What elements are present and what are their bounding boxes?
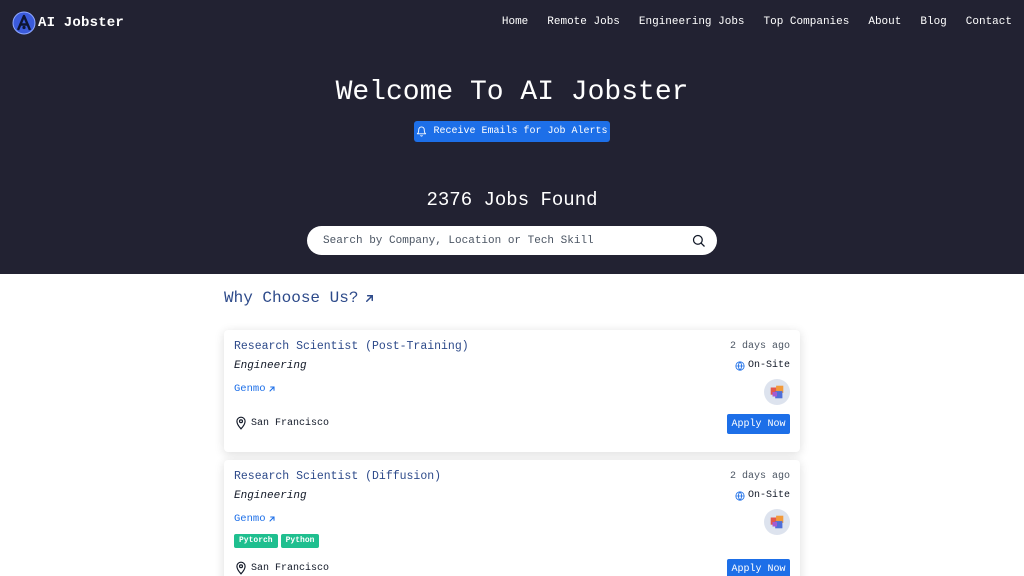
company-link[interactable]: Genmo xyxy=(234,383,276,395)
why-choose-us-link[interactable]: Why Choose Us? xyxy=(224,289,375,307)
globe-icon xyxy=(735,360,745,371)
company-name: Genmo xyxy=(234,383,266,395)
job-title-link[interactable]: Research Scientist (Post-Training) xyxy=(234,340,469,353)
nav-item-contact[interactable]: Contact xyxy=(966,16,1012,28)
page-title: Welcome To AI Jobster xyxy=(335,77,689,108)
job-alerts-button[interactable]: Receive Emails for Job Alerts xyxy=(414,121,610,142)
job-title-link[interactable]: Research Scientist (Diffusion) xyxy=(234,470,441,483)
work-type: On-Site xyxy=(735,360,790,371)
globe-icon xyxy=(735,490,745,501)
job-category: Engineering xyxy=(234,360,307,372)
company-logo xyxy=(764,379,790,405)
nav-item-top-companies[interactable]: Top Companies xyxy=(764,16,850,28)
company-logo xyxy=(764,509,790,535)
company-name: Genmo xyxy=(234,513,266,525)
work-type-label: On-Site xyxy=(747,490,790,501)
skill-tag[interactable]: Pytorch xyxy=(234,534,278,548)
job-location: San Francisco xyxy=(234,561,329,575)
job-location: San Francisco xyxy=(234,416,329,430)
nav-item-remote-jobs[interactable]: Remote Jobs xyxy=(547,16,620,28)
hero-section: AI Jobster Home Remote Jobs Engineering … xyxy=(0,0,1024,274)
bell-icon xyxy=(417,126,427,137)
brand-name: AI Jobster xyxy=(38,15,125,31)
job-card[interactable]: Research Scientist (Post-Training) 2 day… xyxy=(224,330,800,452)
job-alerts-label: Receive Emails for Job Alerts xyxy=(433,126,608,137)
job-category: Engineering xyxy=(234,490,307,502)
external-arrow-icon xyxy=(366,294,374,302)
posted-time: 2 days ago xyxy=(729,471,790,482)
job-location-label: San Francisco xyxy=(251,562,330,574)
nav-item-about[interactable]: About xyxy=(868,16,901,28)
skill-tags: Pytorch Python xyxy=(234,534,320,548)
apply-now-button[interactable]: Apply Now xyxy=(727,559,790,576)
apply-now-button[interactable]: Apply Now xyxy=(727,414,790,434)
jobs-found-count: 2376 Jobs Found xyxy=(426,189,598,211)
posted-time: 2 days ago xyxy=(729,341,790,352)
work-type: On-Site xyxy=(735,490,790,501)
skill-tag[interactable]: Python xyxy=(280,534,320,548)
job-card[interactable]: Research Scientist (Diffusion) 2 days ag… xyxy=(224,460,800,576)
genmo-logo-icon xyxy=(770,385,784,399)
genmo-logo-icon xyxy=(770,515,784,529)
search-icon[interactable] xyxy=(691,233,706,248)
nav-item-home[interactable]: Home xyxy=(502,16,528,28)
external-arrow-icon xyxy=(268,386,275,392)
search-input[interactable] xyxy=(323,226,683,255)
work-type-label: On-Site xyxy=(747,360,790,371)
nav-item-engineering-jobs[interactable]: Engineering Jobs xyxy=(639,16,745,28)
external-arrow-icon xyxy=(268,516,275,522)
why-choose-us-label: Why Choose Us? xyxy=(224,289,359,307)
nav-item-blog[interactable]: Blog xyxy=(920,16,946,28)
map-pin-icon xyxy=(236,416,246,430)
brand-home-link[interactable]: AI Jobster xyxy=(12,11,124,35)
ai-jobster-logo-icon xyxy=(12,11,36,35)
search-bar xyxy=(307,226,717,255)
company-link[interactable]: Genmo xyxy=(234,513,276,525)
job-location-label: San Francisco xyxy=(251,417,330,429)
map-pin-icon xyxy=(236,561,246,575)
main-nav: Home Remote Jobs Engineering Jobs Top Co… xyxy=(502,16,1012,28)
